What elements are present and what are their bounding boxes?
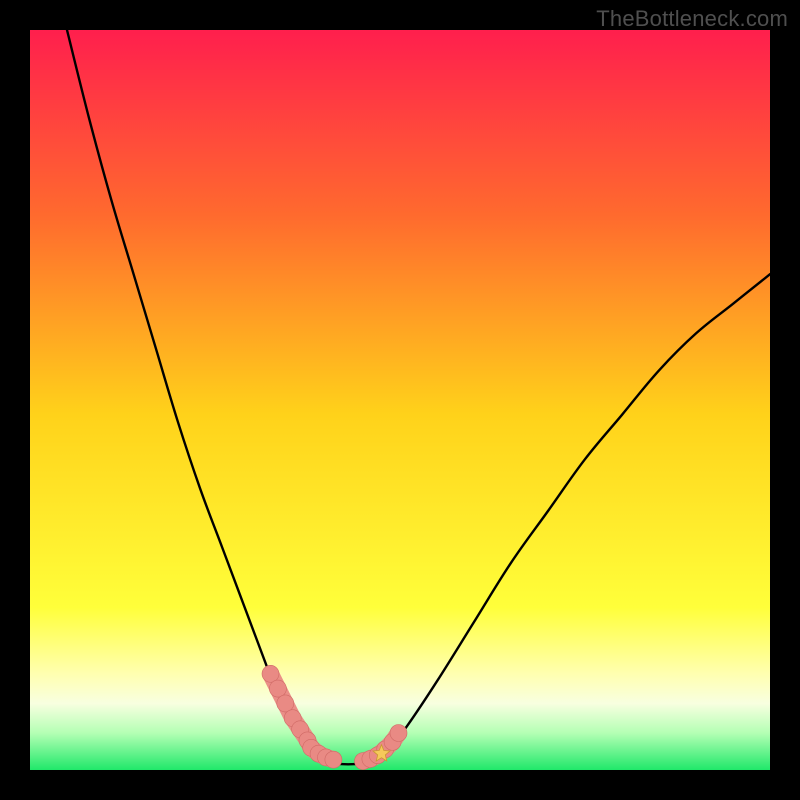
- marker-dot: [390, 725, 407, 742]
- marker-dot: [269, 680, 286, 697]
- watermark-text: TheBottleneck.com: [596, 6, 788, 32]
- chart-svg: [30, 30, 770, 770]
- chart-frame: TheBottleneck.com: [0, 0, 800, 800]
- plot-area: [30, 30, 770, 770]
- marker-dot: [325, 751, 342, 768]
- marker-dot: [277, 695, 294, 712]
- gradient-bg: [30, 30, 770, 770]
- marker-dot: [262, 665, 279, 682]
